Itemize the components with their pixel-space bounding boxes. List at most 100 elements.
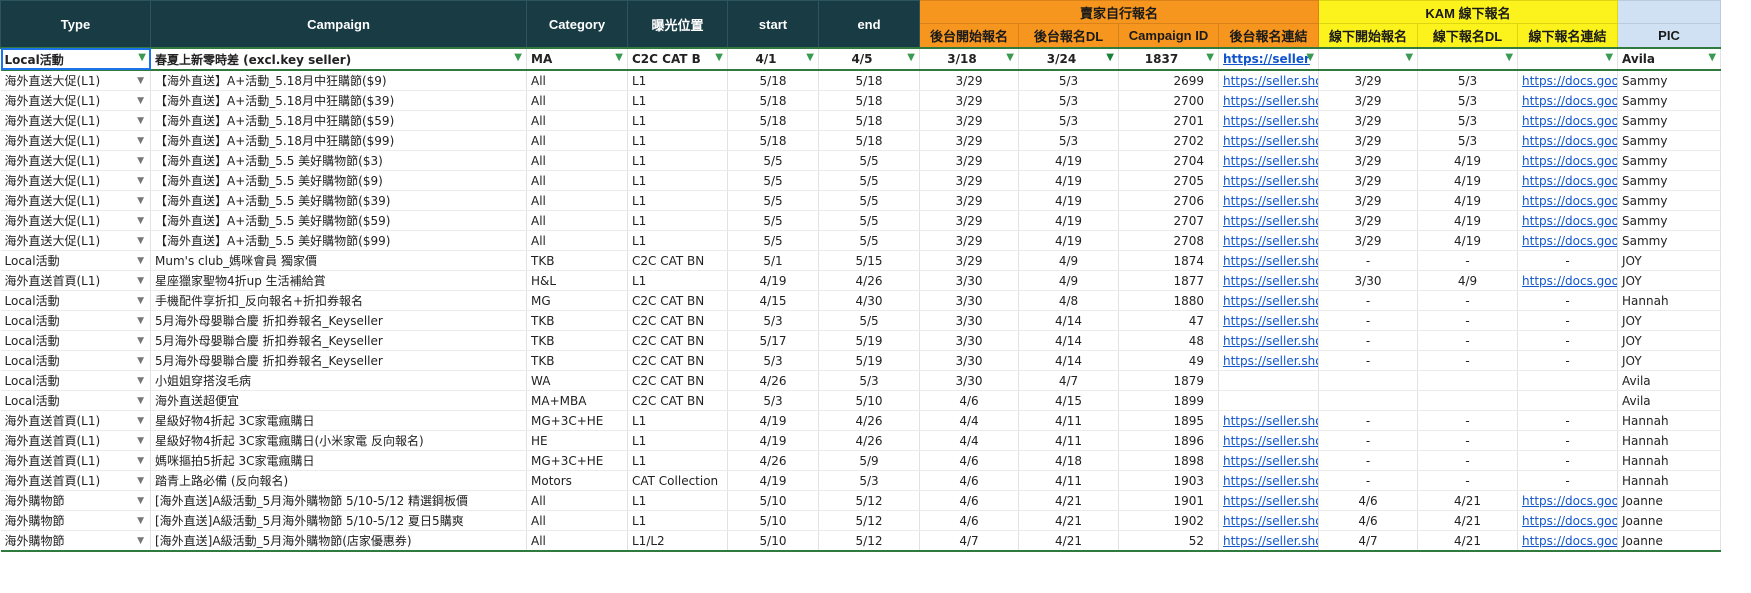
kam-reg-link[interactable]: -	[1517, 430, 1619, 451]
cell-pic[interactable]: JOY	[1617, 250, 1722, 271]
cell-exposure[interactable]: L1	[627, 210, 728, 231]
dropdown-arrow-icon[interactable]: ▼	[137, 456, 144, 466]
filter-icon[interactable]: ▼	[1605, 53, 1613, 63]
cell-end[interactable]: 5/18	[818, 70, 920, 91]
dropdown-arrow-icon[interactable]: ▼	[137, 416, 144, 426]
cell-type[interactable]: Local活動 ▼	[0, 350, 151, 371]
cell-type[interactable]: Local活動 ▼	[0, 250, 151, 271]
filter-cell-kam-reg-start[interactable]: ▼	[1318, 47, 1419, 71]
cell-start[interactable]: 5/3	[727, 390, 819, 411]
dropdown-arrow-icon[interactable]: ▼	[137, 136, 144, 146]
cell-kam-reg-dl[interactable]: 4/19	[1417, 230, 1519, 251]
cell-seller-reg-start[interactable]: 3/29	[919, 90, 1019, 111]
cell-exposure[interactable]: L1	[627, 490, 728, 511]
cell-kam-reg-start[interactable]: -	[1318, 330, 1419, 351]
cell-kam-reg-dl[interactable]: 4/19	[1417, 170, 1519, 191]
cell-pic[interactable]: Avila	[1617, 390, 1722, 411]
cell-start[interactable]: 4/26	[727, 450, 819, 471]
cell-end[interactable]: 5/18	[818, 110, 920, 131]
cell-exposure[interactable]: L1	[627, 230, 728, 251]
cell-kam-reg-dl[interactable]: -	[1417, 350, 1519, 371]
filter-cell-campaign-id[interactable]: 1837 ▼	[1118, 47, 1219, 71]
cell-campaign-id[interactable]: 1874	[1118, 250, 1219, 271]
header-campaign[interactable]: Campaign	[150, 0, 527, 49]
cell-campaign-id[interactable]: 1896	[1118, 430, 1219, 451]
filter-cell-type[interactable]: Local活動 ▼	[0, 47, 151, 71]
cell-type[interactable]: 海外直送大促(L1) ▼	[0, 110, 151, 131]
cell-campaign-id[interactable]: 1901	[1118, 490, 1219, 511]
cell-kam-reg-start[interactable]: 4/6	[1318, 510, 1419, 531]
dropdown-arrow-icon[interactable]: ▼	[137, 476, 144, 486]
filter-icon[interactable]: ▼	[1006, 53, 1014, 63]
cell-exposure[interactable]: C2C CAT BN	[627, 250, 728, 271]
cell-seller-reg-start[interactable]: 3/30	[919, 350, 1019, 371]
cell-start[interactable]: 5/10	[727, 510, 819, 531]
cell-kam-reg-start[interactable]: 3/29	[1318, 190, 1419, 211]
cell-kam-reg-dl[interactable]: 5/3	[1417, 110, 1519, 131]
cell-category[interactable]: All	[526, 230, 628, 251]
kam-reg-link[interactable]: https://docs.goo	[1517, 190, 1619, 211]
cell-seller-reg-dl[interactable]: 4/19	[1018, 170, 1119, 191]
cell-category[interactable]: All	[526, 530, 628, 552]
seller-reg-link[interactable]: https://seller.sho	[1218, 250, 1320, 271]
cell-campaign[interactable]: 小姐姐穿搭沒毛病	[150, 370, 527, 391]
cell-end[interactable]: 5/12	[818, 530, 920, 552]
seller-reg-link[interactable]: https://seller.sho	[1218, 70, 1320, 91]
cell-campaign[interactable]: 【海外直送】A+活動_5.5 美好購物節($3)	[150, 150, 527, 171]
header-kam-reg-start[interactable]: 線下開始報名	[1318, 23, 1419, 49]
cell-campaign[interactable]: 媽咪摳拍5折起 3C家電瘋購日	[150, 450, 527, 471]
cell-campaign[interactable]: 5月海外母嬰聯合慶 折扣券報名_Keyseller	[150, 330, 527, 351]
seller-reg-link[interactable]: https://seller.sho	[1218, 150, 1320, 171]
header-seller-reg-dl[interactable]: 後台報名DL	[1018, 23, 1119, 49]
header-kam-reg-link[interactable]: 線下報名連結	[1517, 23, 1619, 49]
cell-kam-reg-start[interactable]: 3/29	[1318, 130, 1419, 151]
header-type[interactable]: Type	[0, 0, 151, 49]
header-seller-group[interactable]: 賣家自行報名	[918, 0, 1320, 24]
cell-end[interactable]: 5/18	[818, 130, 920, 151]
cell-seller-reg-start[interactable]: 4/6	[919, 390, 1019, 411]
kam-reg-link[interactable]: https://docs.goo	[1517, 150, 1619, 171]
cell-exposure[interactable]: C2C CAT BN	[627, 350, 728, 371]
seller-reg-link[interactable]: https://seller.sho	[1218, 190, 1320, 211]
cell-category[interactable]: All	[526, 110, 628, 131]
cell-seller-reg-start[interactable]: 3/29	[919, 250, 1019, 271]
cell-campaign-id[interactable]: 2706	[1118, 190, 1219, 211]
cell-end[interactable]: 4/26	[818, 430, 920, 451]
cell-kam-reg-dl[interactable]: 4/21	[1417, 510, 1519, 531]
cell-pic[interactable]: Sammy	[1617, 90, 1722, 111]
cell-campaign[interactable]: 海外直送超便宜	[150, 390, 527, 411]
seller-reg-link[interactable]: https://seller.sho	[1218, 290, 1320, 311]
cell-pic[interactable]: Sammy	[1617, 210, 1722, 231]
cell-type[interactable]: 海外直送首頁(L1) ▼	[0, 410, 151, 431]
cell-campaign-id[interactable]: 1898	[1118, 450, 1219, 471]
kam-reg-link[interactable]: https://docs.goo	[1517, 230, 1619, 251]
cell-seller-reg-dl[interactable]: 4/18	[1018, 450, 1119, 471]
filter-icon[interactable]: ▼	[806, 53, 814, 63]
cell-category[interactable]: All	[526, 150, 628, 171]
cell-end[interactable]: 5/19	[818, 350, 920, 371]
cell-start[interactable]: 5/18	[727, 130, 819, 151]
cell-seller-reg-dl[interactable]: 4/11	[1018, 430, 1119, 451]
seller-reg-link[interactable]: https://seller.sho	[1218, 210, 1320, 231]
cell-pic[interactable]: Hannah	[1617, 290, 1722, 311]
seller-reg-link[interactable]: https://seller.sho	[1218, 270, 1320, 291]
cell-seller-reg-start[interactable]: 3/29	[919, 150, 1019, 171]
cell-campaign-id[interactable]: 47	[1118, 310, 1219, 331]
cell-start[interactable]: 5/18	[727, 110, 819, 131]
cell-pic[interactable]: JOY	[1617, 270, 1722, 291]
cell-pic[interactable]: Sammy	[1617, 190, 1722, 211]
cell-kam-reg-start[interactable]: 3/29	[1318, 150, 1419, 171]
filter-icon[interactable]: ▼	[138, 53, 146, 63]
cell-category[interactable]: All	[526, 130, 628, 151]
cell-kam-reg-dl[interactable]: 4/9	[1417, 270, 1519, 291]
cell-start[interactable]: 4/19	[727, 430, 819, 451]
cell-exposure[interactable]: L1	[627, 90, 728, 111]
cell-kam-reg-start[interactable]: -	[1318, 450, 1419, 471]
cell-seller-reg-start[interactable]: 4/6	[919, 490, 1019, 511]
cell-campaign-id[interactable]: 2699	[1118, 70, 1219, 91]
cell-seller-reg-dl[interactable]: 4/21	[1018, 530, 1119, 552]
kam-reg-link[interactable]: -	[1517, 450, 1619, 471]
dropdown-arrow-icon[interactable]: ▼	[137, 216, 144, 226]
cell-seller-reg-dl[interactable]: 4/7	[1018, 370, 1119, 391]
cell-kam-reg-start[interactable]: 3/29	[1318, 210, 1419, 231]
